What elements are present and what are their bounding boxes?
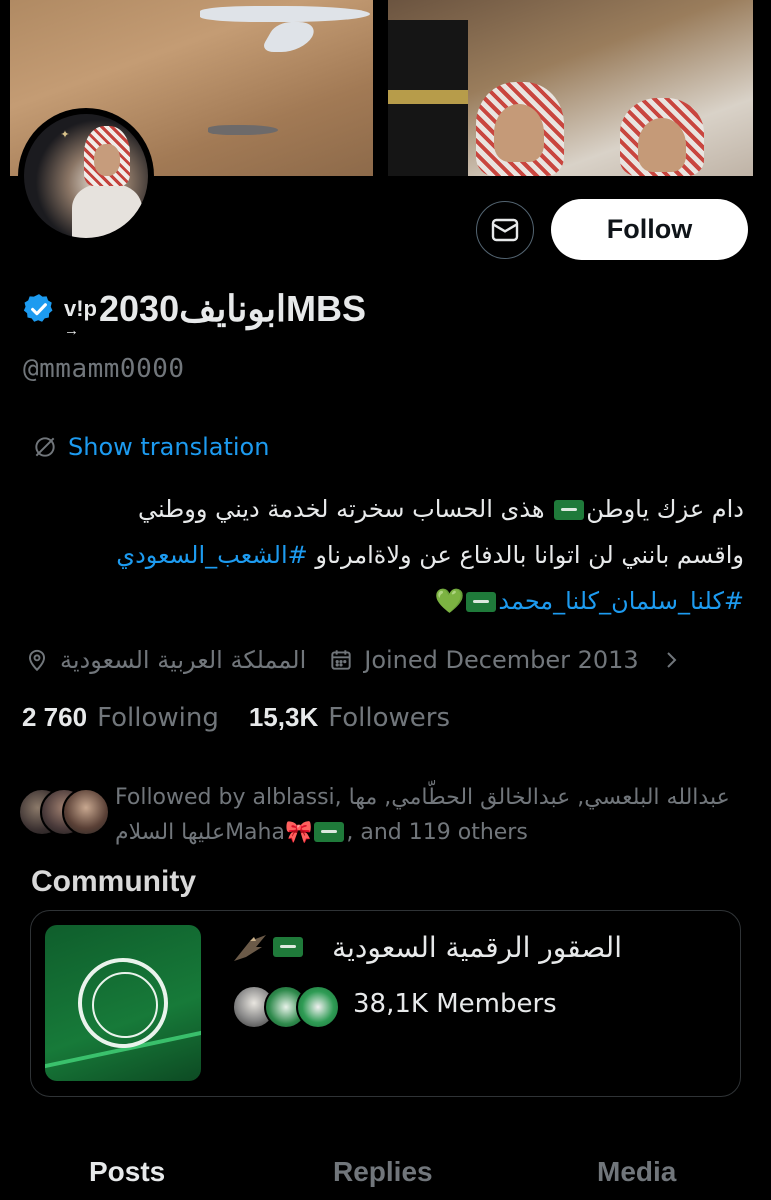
community-section-title: Community [31,865,196,898]
profile-avatar[interactable]: ✦ [18,108,154,244]
display-name: ابونايف2030MBS [99,288,366,329]
saudi-flag-icon [314,822,345,842]
community-members-count: 38,1K Members [353,989,557,1019]
saudi-flag-icon [273,937,303,957]
community-name: الصقور الرقمية السعودية [332,931,622,964]
location: المملكة العربية السعودية [24,646,306,674]
hashtag-link[interactable]: #الشعب_السعودي [116,541,307,569]
profile-meta: المملكة العربية السعودية Joined December… [24,640,744,680]
followers-link[interactable]: 15,3K Followers [249,702,450,733]
verified-badge-icon [23,294,53,322]
community-card[interactable]: الصقور الرقمية السعودية 38,1K Members [30,910,741,1097]
hashtag-link[interactable]: #كلنا_سلمان_كلنا_محمد [498,587,744,615]
profile-bio: دام عزك ياوطن هذى الحساب سخرته لخدمة دين… [116,495,744,615]
user-handle: @mmamm0000 [23,354,185,384]
banner-image-portraits [388,0,753,176]
chevron-right-icon[interactable] [659,648,683,672]
translate-icon [35,437,55,457]
green-heart-icon: 💚 [434,587,465,615]
community-image [45,925,201,1081]
tab-replies[interactable]: Replies [333,1156,433,1188]
follower-avatars [18,788,110,836]
eagle-icon [234,935,266,961]
location-pin-icon [28,649,46,672]
show-translation-link[interactable]: Show translation [32,433,269,461]
display-name-row: v!p → ابونايف2030MBS [22,284,366,339]
vip-tag: v!p → [64,296,97,339]
avatar [296,985,340,1029]
saudi-flag-icon [466,592,497,612]
join-date: Joined December 2013 [328,646,639,674]
profile-tabs: Posts Replies Media [0,1140,771,1200]
message-button[interactable] [476,201,534,259]
community-member-avatars [232,985,342,1029]
followed-by-text: Followed by alblassi, عبدالله البلعسي, ع… [115,785,730,845]
calendar-icon [331,650,351,670]
avatar [62,788,110,836]
emblem-icon: ✦ [60,128,70,141]
follow-button[interactable]: Follow [551,199,748,260]
saudi-flag-icon [554,500,585,520]
tab-media[interactable]: Media [597,1156,676,1188]
mail-icon [491,218,519,242]
following-link[interactable]: 2 760 Following [22,702,219,733]
tab-posts[interactable]: Posts [89,1156,165,1188]
follow-counts: 2 760 Following 15,3K Followers [22,702,480,733]
